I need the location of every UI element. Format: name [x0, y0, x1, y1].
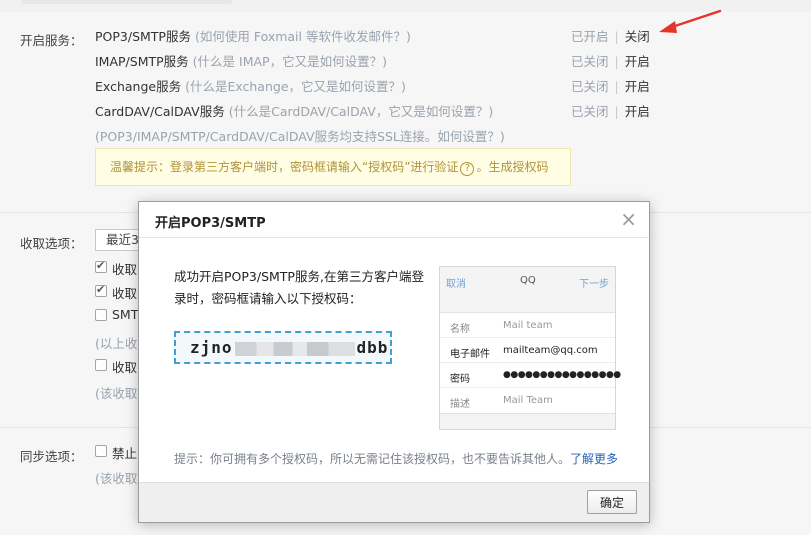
- sync-option-1-checkbox[interactable]: [95, 445, 107, 457]
- phone-row-value: ●●●●●●●●●●●●●●●●: [503, 370, 621, 380]
- phone-row-value: mailteam@qq.com: [503, 345, 598, 356]
- receive-option-3-label: SMT: [112, 307, 139, 322]
- service-carddav-hint[interactable]: (什么是CardDAV/CalDAV，它又是如何设置？): [229, 104, 493, 119]
- learn-more-link[interactable]: 了解更多: [570, 452, 618, 466]
- receive-option-3-checkbox[interactable]: [95, 309, 107, 321]
- phone-navbar: 取消 QQ 下一步: [440, 267, 615, 293]
- client-setup-illustration: 取消 QQ 下一步 名称 Mail team 电子邮件 mailteam@qq.…: [439, 266, 621, 430]
- phone-next: 下一步: [579, 279, 609, 290]
- service-exchange-controls: 已关闭 | 开启: [571, 79, 650, 94]
- phone-row-key: 密码: [450, 374, 470, 385]
- cutoff-heading: [22, 0, 232, 4]
- code-end: dbb: [356, 338, 389, 357]
- service-pop3: POP3/SMTP服务 (如何使用 Foxmail 等软件收发邮件？): [95, 26, 411, 45]
- service-pop3-name: POP3/SMTP服务: [95, 29, 191, 44]
- receive-option-2-label: 收取: [112, 286, 138, 301]
- help-icon[interactable]: ?: [460, 162, 475, 176]
- phone-row: 电子邮件 mailteam@qq.com: [440, 338, 615, 363]
- service-exchange-status: 已关闭: [571, 79, 609, 94]
- phone-row-key: 名称: [450, 324, 470, 335]
- service-imap-controls: 已关闭 | 开启: [571, 54, 650, 69]
- receive-option-4-label: 收取: [112, 360, 138, 375]
- service-pop3-controls: 已开启 | 关闭: [571, 29, 650, 44]
- dialog-footer: 确定: [139, 482, 649, 522]
- ok-button[interactable]: 确定: [587, 490, 637, 514]
- service-pop3-close-link[interactable]: 关闭: [625, 29, 650, 44]
- code-redacted: [234, 341, 355, 356]
- auth-code-tip: 温馨提示：登录第三方客户端时，密码框请输入“授权码”进行验证? 。生成授权码: [95, 148, 571, 186]
- sync-note: (该收取: [95, 471, 138, 486]
- service-carddav-controls: 已关闭 | 开启: [571, 104, 650, 119]
- receive-note-1: (以上收: [95, 336, 138, 351]
- service-imap-name: IMAP/SMTP服务: [95, 54, 189, 69]
- service-imap-hint[interactable]: (什么是 IMAP，它又是如何设置？): [193, 54, 387, 69]
- phone-title: QQ: [520, 275, 536, 286]
- service-exchange-open-link[interactable]: 开启: [625, 79, 650, 94]
- phone-form: 名称 Mail team 电子邮件 mailteam@qq.com 密码 ●●●…: [440, 312, 621, 414]
- phone-row-value: Mail team: [503, 320, 553, 331]
- service-pop3-status: 已开启: [571, 29, 609, 44]
- close-icon[interactable]: ×: [620, 209, 637, 229]
- service-carddav: CardDAV/CalDAV服务 (什么是CardDAV/CalDAV，它又是如…: [95, 101, 493, 120]
- service-exchange: Exchange服务 (什么是Exchange，它又是如何设置？): [95, 76, 406, 95]
- phone-row: 密码 ●●●●●●●●●●●●●●●●: [440, 363, 621, 388]
- sync-option-1-label: 禁止: [112, 446, 138, 461]
- pop3-smtp-dialog: 开启POP3/SMTP × 成功开启POP3/SMTP服务,在第三方客户端登录时…: [138, 201, 650, 523]
- code-start: zjno: [190, 338, 233, 357]
- dialog-note-text: 提示：你可拥有多个授权码，所以无需记住该授权码，也不要告诉其他人。: [174, 452, 571, 466]
- phone-row-key: 描述: [450, 399, 470, 410]
- service-carddav-name: CardDAV/CalDAV服务: [95, 104, 225, 119]
- receive-label: 收取选项：: [20, 236, 83, 251]
- service-exchange-name: Exchange服务: [95, 79, 182, 94]
- authorization-code-box[interactable]: zjno dbb: [174, 331, 392, 364]
- dialog-title: 开启POP3/SMTP: [155, 216, 266, 231]
- phone-row-key: 电子邮件: [450, 349, 490, 360]
- tip-text: 温馨提示：登录第三方客户端时，密码框请输入“授权码”进行验证: [110, 160, 459, 174]
- phone-row-value: Mail Team: [503, 395, 553, 406]
- dialog-note: 提示：你可拥有多个授权码，所以无需记住该授权码，也不要告诉其他人。了解更多: [174, 450, 618, 467]
- receive-option-4-checkbox[interactable]: [95, 359, 107, 371]
- service-imap-open-link[interactable]: 开启: [625, 54, 650, 69]
- ssl-note[interactable]: (POP3/IMAP/SMTP/CardDAV/CalDAV服务均支持SSL连接…: [95, 126, 505, 145]
- phone-row: 名称 Mail team: [440, 313, 615, 338]
- service-pop3-hint[interactable]: (如何使用 Foxmail 等软件收发邮件？): [195, 29, 411, 44]
- dialog-message: 成功开启POP3/SMTP服务,在第三方客户端登录时，密码框请输入以下授权码：: [174, 269, 424, 306]
- sync-label: 同步选项：: [20, 449, 83, 464]
- red-arrow-annotation: [659, 9, 722, 33]
- receive-option-1-checkbox[interactable]: [95, 259, 107, 273]
- service-carddav-open-link[interactable]: 开启: [625, 104, 650, 119]
- service-carddav-status: 已关闭: [571, 104, 609, 119]
- service-exchange-hint[interactable]: (什么是Exchange，它又是如何设置？): [185, 79, 406, 94]
- service-imap-status: 已关闭: [571, 54, 609, 69]
- services-label: 开启服务：: [20, 33, 83, 48]
- phone-row: 描述 Mail Team: [440, 388, 615, 413]
- service-imap: IMAP/SMTP服务 (什么是 IMAP，它又是如何设置？): [95, 51, 387, 70]
- dialog-header: 开启POP3/SMTP ×: [139, 202, 649, 238]
- generate-code-link[interactable]: 。生成授权码: [476, 160, 548, 174]
- receive-note-2: (该收取: [95, 386, 138, 401]
- receive-option-2-checkbox[interactable]: [95, 283, 107, 297]
- receive-option-1-label: 收取: [112, 262, 138, 277]
- phone-cancel: 取消: [446, 279, 466, 290]
